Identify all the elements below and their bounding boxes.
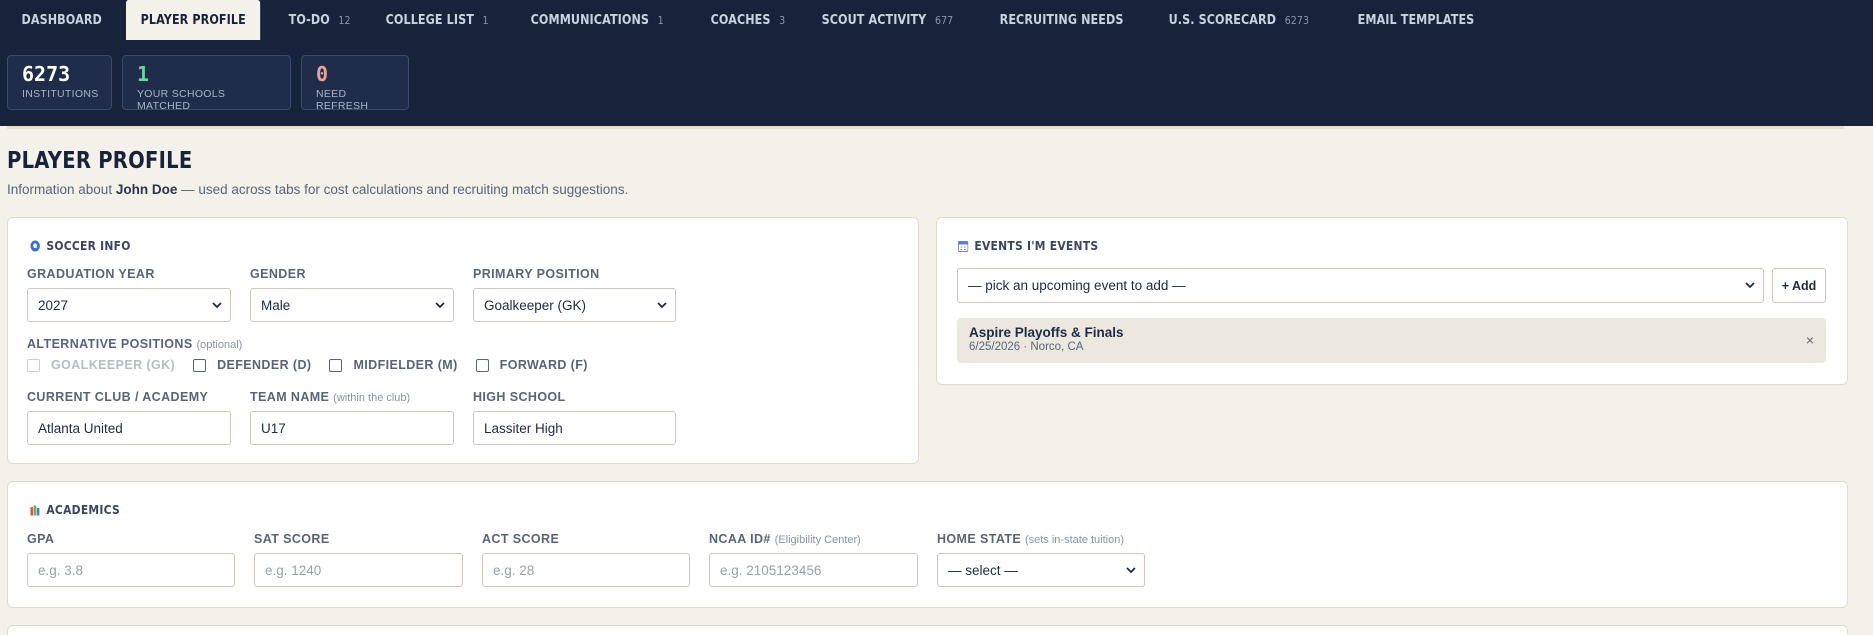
chevron-down-icon [212, 302, 222, 309]
stat-need-refresh: 0 NEED REFRESH [301, 55, 409, 112]
academics-title: ACADEMICS [30, 502, 120, 517]
tab-communications[interactable]: COMMUNICATIONS 1 [516, 0, 678, 40]
tab-count: 677 [935, 13, 954, 27]
ncaa-input[interactable]: e.g. 2105123456 [709, 553, 918, 587]
checkbox-forward[interactable]: FORWARD (F) [475, 358, 588, 372]
act-field: ACT SCORE e.g. 28 [482, 532, 690, 587]
stat-value: 1 [137, 62, 150, 86]
team-field: TEAM NAME (within the club) U17 [250, 390, 454, 445]
tab-to-do[interactable]: TO-DO 12 [274, 0, 365, 40]
main-tabs: DASHBOARD PLAYER PROFILE TO-DO 12 COLLEGE… [0, 0, 1504, 40]
tab-dashboard[interactable]: DASHBOARD [0, 0, 117, 40]
home-state-field: HOME STATE (sets in-state tuition) — sel… [937, 532, 1145, 587]
event-item: Aspire Playoffs & Finals 6/25/2026 · Nor… [957, 318, 1826, 363]
home-state-select[interactable]: — select — [937, 553, 1145, 587]
ncaa-field: NCAA ID# (Eligibility Center) e.g. 21051… [709, 532, 918, 587]
club-field: CURRENT CLUB / ACADEMY Atlanta United [27, 390, 231, 445]
soccer-ball-icon [30, 240, 40, 251]
event-meta: 6/25/2026 · Norco, CA [969, 341, 1084, 353]
tab-recruiting-needs[interactable]: RECRUITING NEEDS [985, 0, 1138, 40]
act-input[interactable]: e.g. 28 [482, 553, 690, 587]
remove-event-button[interactable]: × [1806, 332, 1814, 348]
tab-player-profile[interactable]: PLAYER PROFILE [126, 0, 261, 40]
books-icon [30, 505, 40, 515]
tab-us-scorecard[interactable]: U.S. SCORECARD 6273 [1154, 0, 1324, 40]
event-picker-select[interactable]: — pick an upcoming event to add — [957, 268, 1764, 303]
gpa-field: GPA e.g. 3.8 [27, 532, 235, 587]
page-subtitle: Information about John Doe — used across… [7, 182, 629, 197]
top-bar: DASHBOARD PLAYER PROFILE TO-DO 12 COLLEGE… [0, 0, 1873, 126]
tab-count: 1 [657, 13, 664, 27]
events-title: EVENTS I'M EVENTS [958, 238, 1098, 253]
sat-input[interactable]: e.g. 1240 [254, 553, 463, 587]
tab-college-list[interactable]: COLLEGE LIST 1 [371, 0, 503, 40]
high-school-input[interactable]: Lassiter High [473, 411, 676, 445]
tab-email-templates[interactable]: EMAIL TEMPLATES [1343, 0, 1489, 40]
checkbox-goalkeeper: GOALKEEPER (GK) [27, 358, 175, 372]
alt-positions-group: GOALKEEPER (GK) DEFENDER (D) MIDFIELDER … [27, 358, 606, 372]
alt-positions-label: ALTERNATIVE POSITIONS (optional) [27, 337, 243, 351]
next-section-card [7, 625, 1848, 635]
stat-label: INSTITUTIONS [22, 88, 99, 100]
stat-label: NEED REFRESH [316, 88, 369, 112]
soccer-info-title: SOCCER INFO [30, 238, 131, 253]
stat-schools-matched: 1 YOUR SCHOOLS MATCHED [122, 55, 291, 112]
checkbox-midfielder[interactable]: MIDFIELDER (M) [329, 358, 457, 372]
tab-coaches[interactable]: COACHES 3 [696, 0, 800, 40]
chevron-down-icon [1126, 567, 1136, 574]
stat-value: 6273 [22, 62, 71, 86]
page-title: PLAYER PROFILE [7, 148, 193, 174]
gender-select[interactable]: Male [250, 288, 454, 322]
stat-label: YOUR SCHOOLS MATCHED [137, 88, 226, 112]
tab-count: 12 [338, 13, 351, 27]
tab-scout-activity[interactable]: SCOUT ACTIVITY 677 [807, 0, 968, 40]
gpa-input[interactable]: e.g. 3.8 [27, 553, 235, 587]
checkbox-defender[interactable]: DEFENDER (D) [193, 358, 311, 372]
stat-value: 0 [316, 62, 329, 86]
team-input[interactable]: U17 [250, 411, 454, 445]
club-input[interactable]: Atlanta United [27, 411, 231, 445]
add-event-button[interactable]: + Add [1772, 268, 1826, 303]
tab-count: 6273 [1285, 13, 1310, 27]
high-school-field: HIGH SCHOOL Lassiter High [473, 390, 676, 445]
tab-count: 1 [482, 13, 489, 27]
chevron-down-icon [1745, 282, 1755, 289]
stats-row: 6273 INSTITUTIONS 1 YOUR SCHOOLS MATCHED… [7, 55, 409, 112]
event-name: Aspire Playoffs & Finals [969, 325, 1124, 340]
divider [7, 126, 1844, 129]
stat-institutions: 6273 INSTITUTIONS [7, 55, 112, 110]
gender-field: GENDER Male [250, 267, 454, 322]
graduation-year-select[interactable]: 2027 [27, 288, 231, 322]
sat-field: SAT SCORE e.g. 1240 [254, 532, 463, 587]
primary-position-field: PRIMARY POSITION Goalkeeper (GK) [473, 267, 676, 322]
tab-count: 3 [778, 13, 785, 27]
chevron-down-icon [657, 302, 667, 309]
player-name: John Doe [115, 182, 178, 197]
calendar-icon [958, 240, 969, 252]
graduation-year-field: GRADUATION YEAR 2027 [27, 267, 231, 322]
chevron-down-icon [435, 302, 445, 309]
primary-position-select[interactable]: Goalkeeper (GK) [473, 288, 676, 322]
